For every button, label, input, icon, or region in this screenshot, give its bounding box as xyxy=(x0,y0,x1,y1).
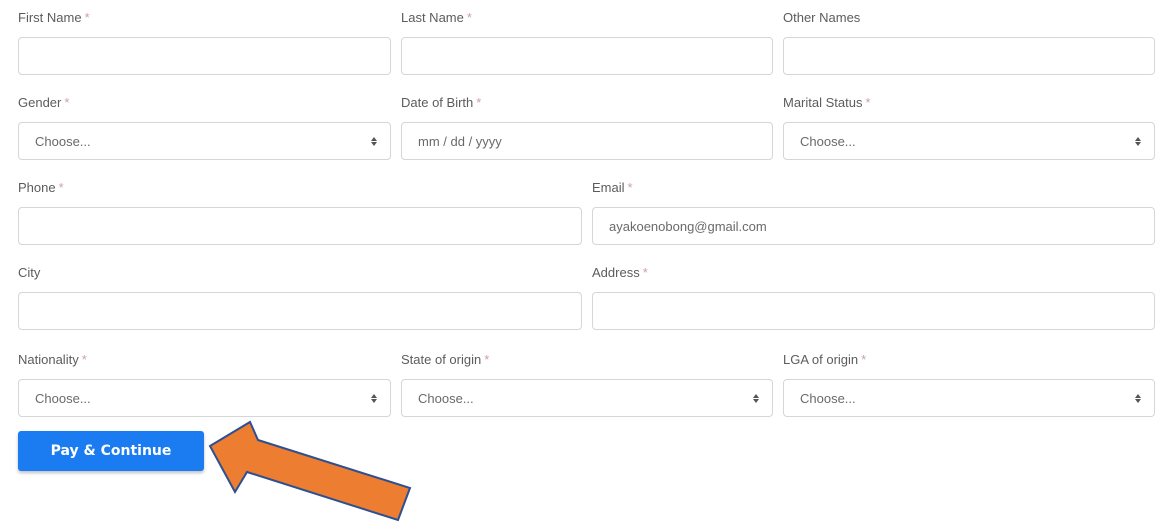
pointer-arrow-icon xyxy=(208,420,412,522)
